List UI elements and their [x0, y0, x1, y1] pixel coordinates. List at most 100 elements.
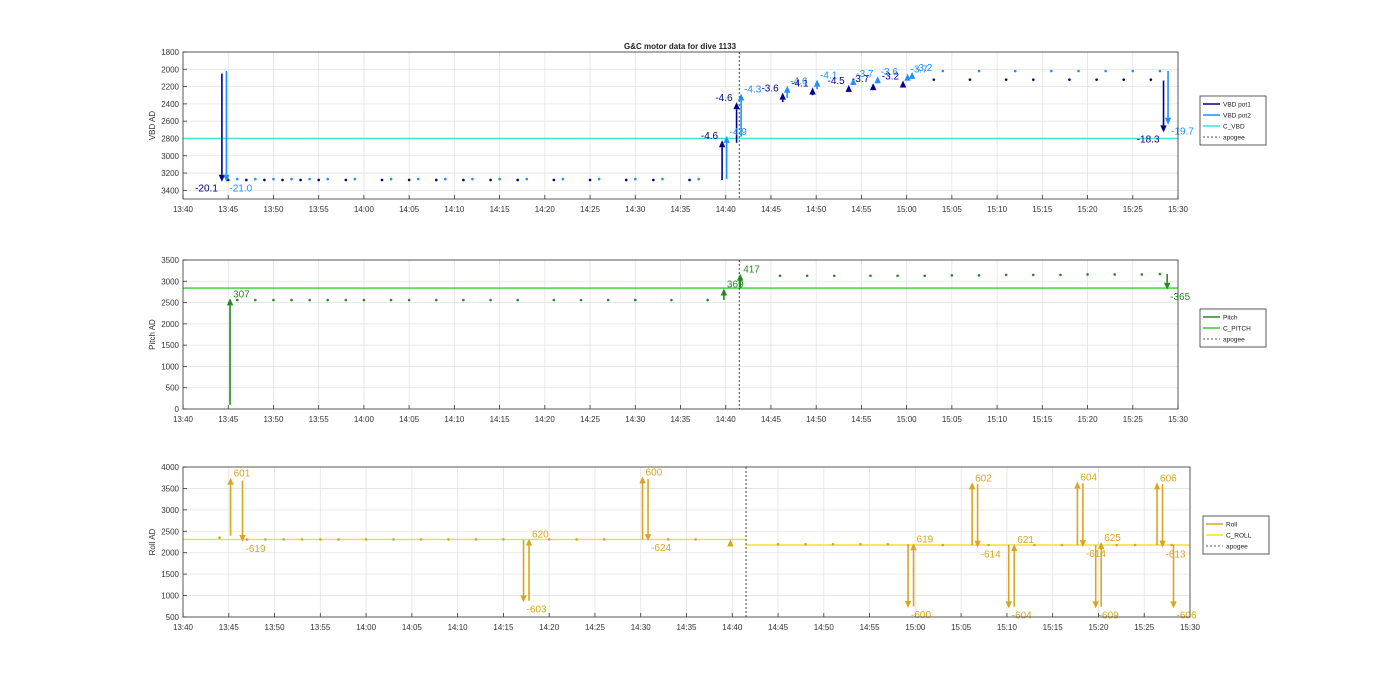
data-point: [670, 298, 673, 302]
x-tick-label: 15:20: [1078, 415, 1099, 424]
x-tick-label: 13:50: [265, 623, 286, 632]
data-point: [498, 177, 501, 181]
x-tick-label: 15:30: [1168, 205, 1189, 214]
x-tick-label: 14:05: [399, 415, 420, 424]
data-point: [326, 177, 330, 181]
y-tick-label: 3000: [161, 277, 179, 286]
data-point: [1050, 69, 1053, 73]
arrow-label: 620: [532, 530, 549, 541]
data-point: [1149, 78, 1153, 81]
arrow-label: 625: [1104, 533, 1121, 544]
arrow-label: 417: [743, 265, 760, 276]
y-tick-label: 3500: [161, 484, 179, 493]
x-tick-label: 15:10: [987, 205, 1008, 214]
data-point: [987, 543, 990, 547]
chart-panel-3: 13:40 13:45 13:50 13:55 14:00 14:05 14:10 14:15…: [148, 463, 1270, 632]
data-point: [489, 178, 492, 182]
data-point: [661, 177, 664, 181]
data-point: [694, 538, 697, 541]
data-point: [308, 177, 311, 181]
y-tick-label: 1800: [161, 48, 179, 57]
x-tick-label: 15:10: [987, 415, 1008, 424]
data-point: [364, 538, 368, 541]
x-tick-label: 13:55: [309, 415, 330, 424]
x-tick-label: 14:20: [535, 205, 556, 214]
y-tick-label: 2400: [161, 100, 179, 109]
data-point: [575, 538, 578, 541]
y-tick-label: 1000: [161, 592, 179, 601]
data-point: [633, 177, 637, 181]
x-tick-label: 15:00: [897, 415, 918, 424]
data-point: [706, 298, 709, 302]
data-point: [389, 177, 393, 181]
data-point: [407, 298, 411, 302]
data-point: [1095, 78, 1098, 81]
data-point: [245, 178, 248, 182]
data-point: [319, 538, 322, 541]
data-point: [362, 298, 366, 302]
x-tick-label: 14:55: [860, 623, 881, 632]
x-tick-label: 13:50: [263, 415, 284, 424]
data-point: [263, 178, 266, 182]
y-tick-label: 3000: [161, 152, 179, 161]
x-tick-label: 14:15: [493, 623, 514, 632]
x-tick-label: 14:55: [851, 415, 872, 424]
x-tick-label: 13:50: [263, 205, 284, 214]
data-point: [896, 274, 899, 278]
data-point: [1013, 69, 1017, 73]
x-tick-label: 14:15: [490, 205, 511, 214]
y-tick-label: 2200: [161, 83, 179, 92]
y-tick-label: 1000: [161, 362, 179, 371]
x-tick-label: 14:40: [716, 415, 737, 424]
x-tick-label: 14:45: [768, 623, 789, 632]
x-tick-label: 15:05: [942, 415, 963, 424]
y-tick-label: 500: [166, 613, 180, 622]
arrow-label: -4.6: [701, 131, 719, 142]
x-tick-label: 15:10: [997, 623, 1018, 632]
legend-entry: Roll: [1226, 522, 1238, 529]
data-point: [344, 178, 348, 182]
data-point: [606, 298, 610, 302]
x-tick-label: 14:50: [806, 415, 827, 424]
x-tick-label: 13:45: [218, 415, 239, 424]
data-point: [1104, 69, 1107, 73]
data-point: [1086, 273, 1089, 276]
x-tick-label: 14:05: [402, 623, 423, 632]
data-point: [353, 177, 357, 181]
data-point: [1068, 78, 1071, 81]
x-tick-label: 15:05: [951, 623, 972, 632]
data-point: [1077, 69, 1080, 73]
data-point: [344, 298, 348, 302]
data-point: [1158, 69, 1162, 73]
x-tick-label: 13:40: [173, 415, 194, 424]
y-tick-label: 2000: [161, 65, 179, 74]
x-tick-label: 14:50: [806, 205, 827, 214]
x-tick-label: 14:25: [580, 415, 601, 424]
data-point: [697, 177, 700, 181]
arrow-label: 600: [646, 467, 663, 478]
data-point: [624, 178, 628, 182]
x-tick-label: 13:45: [218, 205, 239, 214]
data-point: [1122, 78, 1126, 81]
data-point: [1170, 543, 1173, 547]
y-tick-label: 2600: [161, 117, 179, 126]
arrow-label: 307: [233, 289, 250, 300]
data-point: [416, 177, 420, 181]
data-point: [516, 298, 519, 302]
x-tick-label: 14:25: [585, 623, 606, 632]
data-point: [666, 538, 670, 541]
x-tick-label: 14:20: [535, 415, 556, 424]
data-point: [652, 178, 655, 182]
arrow-label: -604: [1012, 610, 1032, 621]
data-point: [633, 298, 637, 302]
x-tick-label: 15:00: [897, 205, 918, 214]
data-point: [326, 298, 330, 302]
data-point: [447, 538, 450, 541]
y-tick-label: 3400: [161, 186, 179, 195]
figure-title: G&C motor data for dive 1133: [624, 42, 737, 51]
y-tick-label: 3000: [161, 506, 179, 515]
y-tick-label: 2800: [161, 134, 179, 143]
legend-entry: apogee: [1223, 135, 1245, 142]
legend: Roll C_ROLLapogee: [1202, 515, 1270, 555]
y-tick-label: 1500: [161, 570, 179, 579]
